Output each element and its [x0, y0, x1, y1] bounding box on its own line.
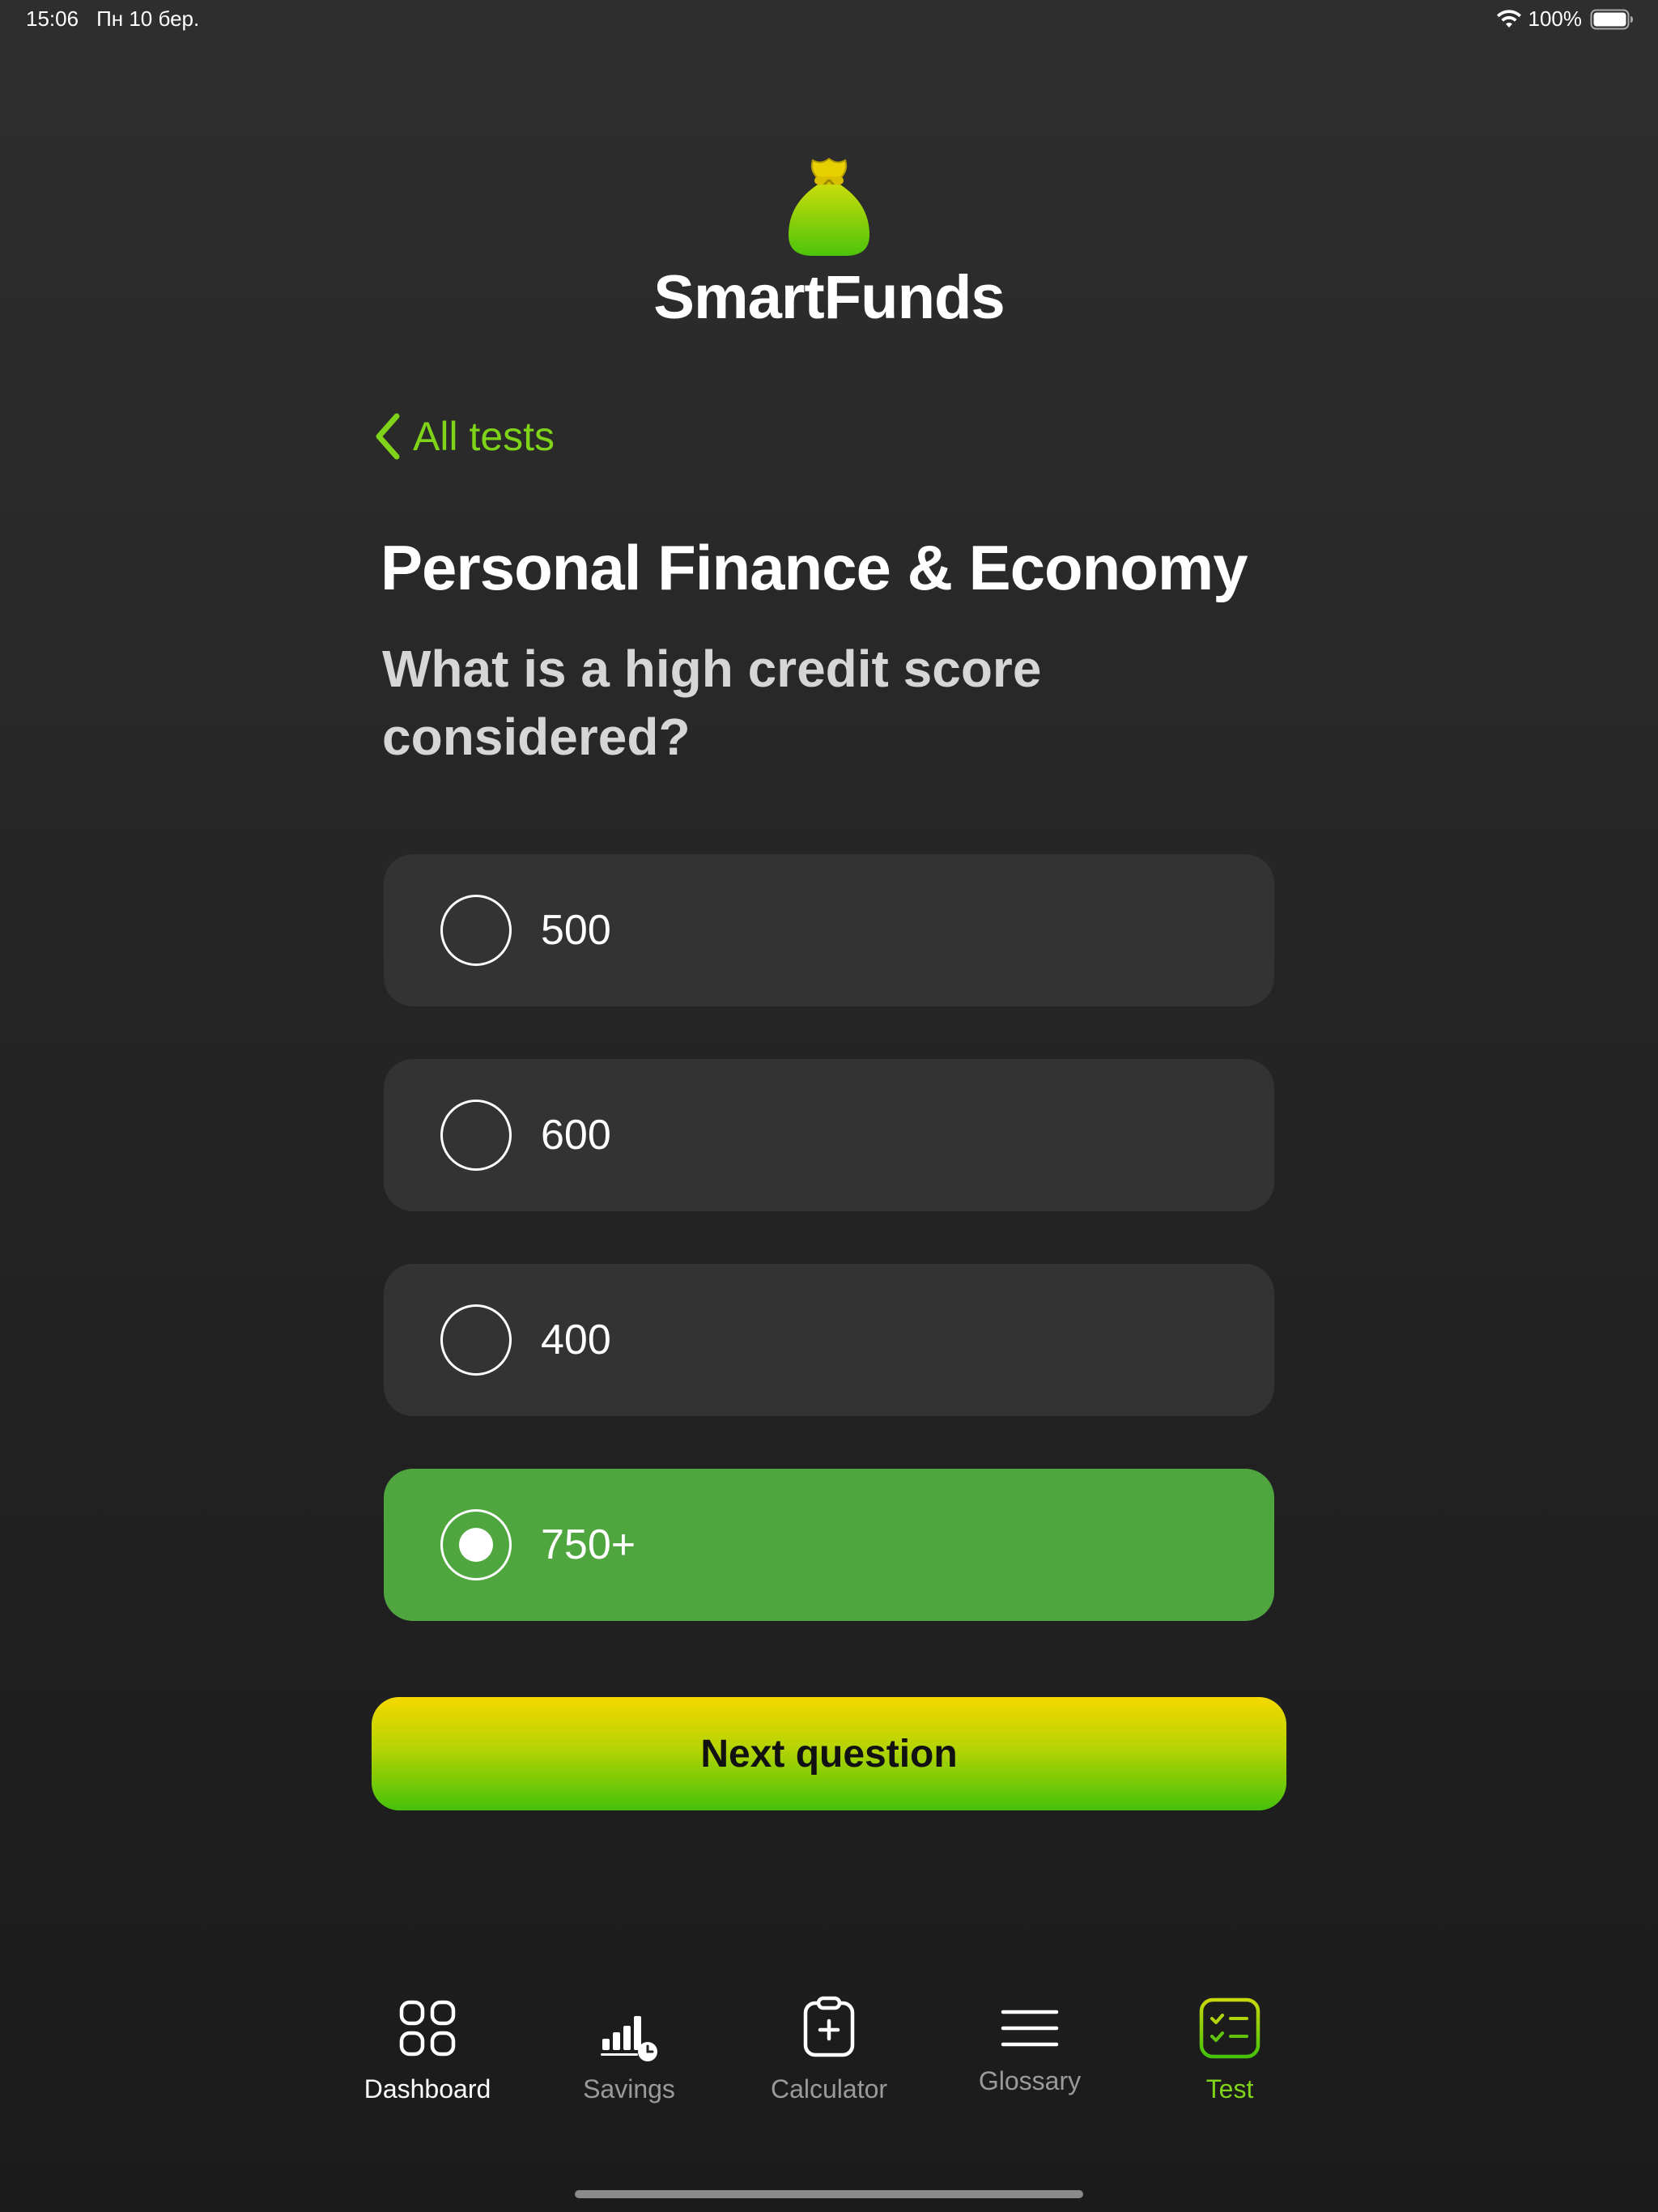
- battery-percent: 100%: [1528, 6, 1583, 31]
- radio-button-selected[interactable]: [440, 1509, 512, 1580]
- next-question-button[interactable]: Next question: [372, 1697, 1286, 1810]
- tab-label: Test: [1205, 2074, 1254, 2104]
- tab-bar: Dashboard Savings Calculator Glossary Te…: [0, 1992, 1658, 2121]
- status-bar: 15:06 Пн 10 бер. 100%: [0, 0, 1658, 39]
- answer-option[interactable]: 400: [384, 1264, 1274, 1416]
- app-title: SmartFunds: [653, 263, 1005, 332]
- answer-label: 750+: [541, 1521, 636, 1568]
- radio-button[interactable]: [440, 895, 512, 966]
- home-indicator: [575, 2190, 1083, 2198]
- question-text: What is a high credit score considered?: [382, 640, 1042, 766]
- radio-dot: [459, 1528, 493, 1562]
- back-link-label: All tests: [413, 414, 555, 459]
- status-time: 15:06: [26, 6, 79, 31]
- clipboard-plus-icon: [803, 1996, 855, 2057]
- app-logo: SmartFunds: [0, 154, 1658, 333]
- status-date: Пн 10 бер.: [96, 6, 200, 31]
- tab-label: Glossary: [978, 2066, 1082, 2095]
- answer-option[interactable]: 600: [384, 1059, 1274, 1211]
- test-title: Personal Finance & Economy: [380, 532, 1248, 603]
- checklist-icon: [1199, 1997, 1261, 2059]
- wifi-icon: [1496, 9, 1521, 28]
- tab-test[interactable]: Test: [1141, 1992, 1319, 2104]
- tab-savings[interactable]: Savings: [540, 1992, 718, 2104]
- radio-button[interactable]: [440, 1304, 512, 1376]
- answer-label: 400: [541, 1317, 611, 1363]
- back-to-all-tests-link[interactable]: All tests: [371, 411, 555, 462]
- menu-lines-icon: [1001, 2010, 1059, 2047]
- savings-chart-icon: [601, 2016, 657, 2061]
- answer-label: 500: [541, 907, 611, 954]
- tab-label: Calculator: [770, 2074, 888, 2104]
- tab-calculator[interactable]: Calculator: [740, 1992, 918, 2104]
- answer-list: 500 600 400 750+: [384, 854, 1274, 1674]
- tab-label: Savings: [583, 2074, 675, 2104]
- answer-option-selected[interactable]: 750+: [384, 1469, 1274, 1621]
- answer-label: 600: [541, 1112, 611, 1159]
- tab-label: Dashboard: [363, 2074, 491, 2104]
- answer-option[interactable]: 500: [384, 854, 1274, 1006]
- chevron-left-icon: [376, 413, 400, 460]
- radio-button[interactable]: [440, 1100, 512, 1171]
- status-left: 15:06 Пн 10 бер.: [26, 6, 199, 32]
- dashboard-grid-icon: [399, 2000, 456, 2057]
- status-right: 100%: [1496, 6, 1635, 32]
- money-bag-icon: [789, 157, 869, 256]
- tab-dashboard[interactable]: Dashboard: [338, 1992, 517, 2104]
- tab-glossary[interactable]: Glossary: [941, 1992, 1119, 2096]
- battery-icon: [1590, 9, 1633, 29]
